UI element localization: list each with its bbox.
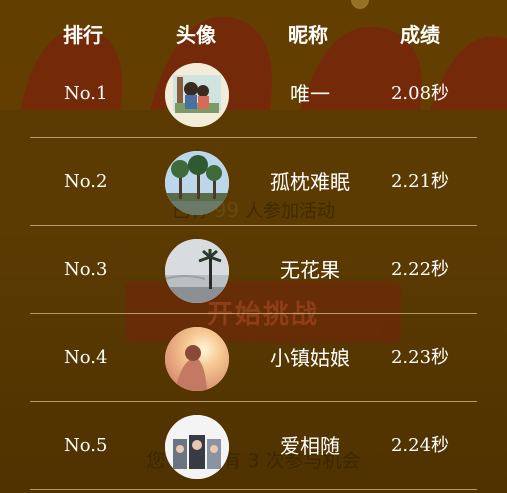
row-rank: No.2 bbox=[64, 171, 108, 192]
row-rank: No.3 bbox=[64, 259, 108, 280]
row-score: 2.24秒 bbox=[390, 435, 450, 456]
ranking-row: No.3 无花果 2.22秒 bbox=[30, 226, 477, 314]
row-nickname: 唯一 bbox=[290, 82, 330, 106]
photo-collage-avatar bbox=[165, 415, 229, 479]
row-score: 2.21秒 bbox=[390, 171, 450, 192]
row-nickname: 爱相随 bbox=[280, 434, 340, 458]
ranking-row: No.4 小镇姑娘 2.23秒 bbox=[30, 314, 477, 402]
row-nickname: 孤枕难眠 bbox=[270, 170, 350, 194]
ranking-header: 排行 头像 昵称 成绩 bbox=[0, 19, 507, 49]
seaside-palm-avatar bbox=[165, 239, 229, 303]
row-rank: No.1 bbox=[64, 83, 108, 104]
ranking-row: No.1 唯一 2.08秒 bbox=[30, 50, 477, 138]
ranking-row: No.5 爱相随 2.24秒 bbox=[30, 402, 477, 490]
header-nickname: 昵称 bbox=[288, 23, 328, 47]
row-rank: No.5 bbox=[64, 435, 108, 456]
row-score: 2.08秒 bbox=[390, 83, 450, 104]
header-avatar: 头像 bbox=[176, 23, 216, 47]
row-divider bbox=[30, 489, 477, 490]
row-rank: No.4 bbox=[64, 347, 108, 368]
ranking-row: No.2 孤枕难眠 2.21秒 bbox=[30, 138, 477, 226]
row-nickname: 无花果 bbox=[280, 258, 340, 282]
header-rank: 排行 bbox=[63, 23, 103, 47]
palm-trees-avatar bbox=[165, 151, 229, 215]
row-score: 2.22秒 bbox=[390, 259, 450, 280]
ranking-page: 已有 99 人参加活动 开始挑战 您今天还有 3 次参与机会 排行 头像 昵称 … bbox=[0, 0, 507, 493]
row-nickname: 小镇姑娘 bbox=[270, 346, 350, 370]
sunlight-girl-avatar bbox=[165, 327, 229, 391]
row-score: 2.23秒 bbox=[390, 347, 450, 368]
couple-illustration-avatar bbox=[165, 63, 229, 127]
header-score: 成绩 bbox=[400, 23, 440, 47]
